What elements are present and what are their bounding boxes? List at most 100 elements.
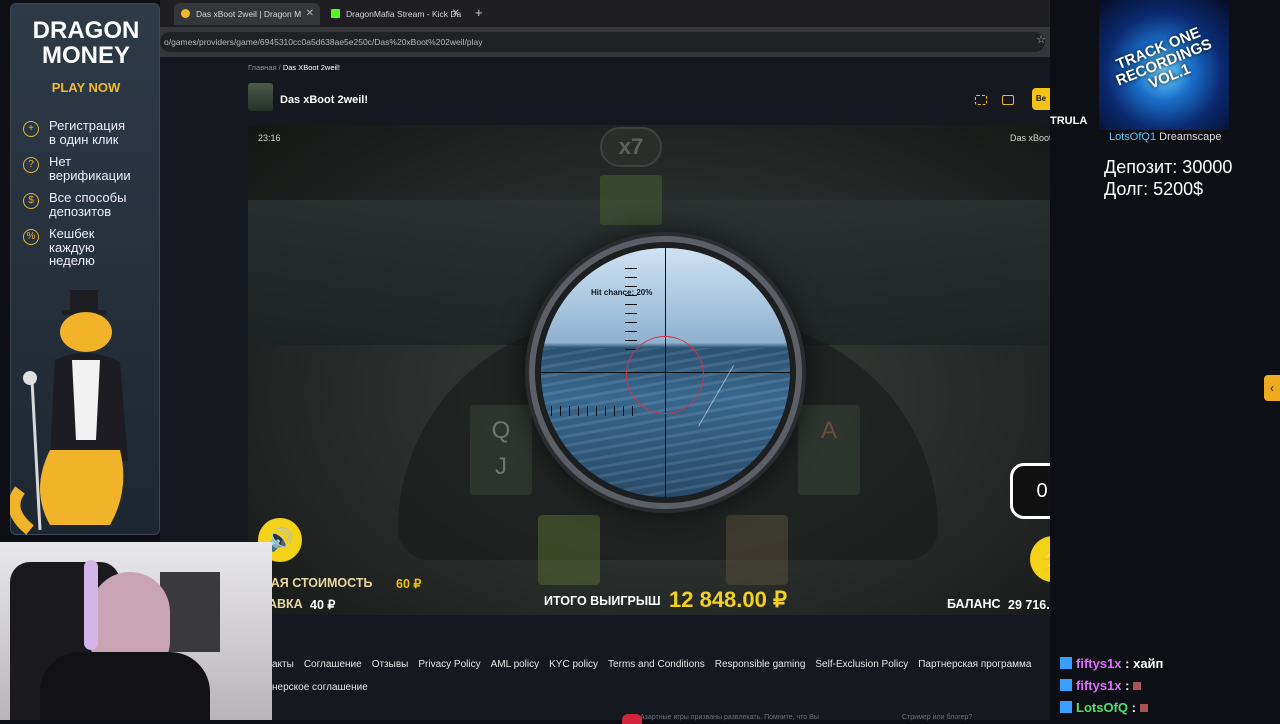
song-title: Dreamscape [1159,131,1222,143]
footer-link[interactable]: AML policy [491,659,540,670]
now-playing: LotsOfQ1 Dreamscape [1109,131,1222,143]
reel-cell [538,515,600,585]
reel-symbol: Q [491,417,511,444]
debt-stat: Долг: 5200$ [1104,179,1204,199]
fullscreen-icon[interactable] [975,95,987,105]
footer-link[interactable]: Self-Exclusion Policy [815,659,908,670]
age-badge-icon [622,714,642,724]
reel-cell: A [798,405,860,495]
total-win-label: ИТОГО ВЫИГРЫШ [544,594,661,608]
new-tab-button[interactable]: + [475,5,483,20]
ad-feature: ? Нет верификации [23,154,159,189]
scope-view: Hit chance: 20% [541,248,790,497]
plus-icon: + [23,121,39,137]
url-field[interactable]: o/games/providers/game/6945310cc0a5d638a… [160,32,1045,52]
song-artist: LotsOfQ1 [1109,131,1157,143]
footer-link[interactable]: KYC policy [549,659,598,670]
bet-label: АВКА [268,597,303,611]
chat-username[interactable]: LotsOfQ [1076,700,1128,715]
balance-label: БАЛАНС [947,597,1001,611]
footer-link[interactable]: Отзывы [372,659,409,670]
browser-tab-active[interactable]: Das xBoot 2weil | Dragon M ✕ [174,3,320,25]
breadcrumb-current: Das XBoot 2weil! [282,63,340,72]
album-cover: TRACK ONE RECORDINGS VOL.1 [1099,0,1229,130]
dollar-icon: $ [23,193,39,209]
ad-feature-text: Регистрация в один клик [49,118,125,147]
header-yellow-button[interactable]: Ве [1032,88,1050,110]
emote-icon [1139,704,1148,712]
question-icon: ? [23,157,39,173]
headphones [84,560,98,650]
browser-tab-kick[interactable]: DragonMafia Stream - Kick Da ✕ [324,3,466,25]
chat-username[interactable]: fiftys1x [1076,678,1122,693]
theater-mode-icon[interactable] [1002,95,1014,105]
ad-brand: DRAGON MONEY [11,17,159,69]
reel-symbol: A [820,417,837,444]
game-name-label: Das xBoot [1010,133,1052,143]
ad-brand-text: DRAGON MONEY [32,17,140,69]
browser-tab-bar: Das xBoot 2weil | Dragon M ✕ DragonMafia… [160,0,1050,27]
ad-cta[interactable]: PLAY NOW [11,80,159,95]
bearing-ticks [551,406,641,416]
reel-cell: QJ [470,405,532,495]
kick-favicon-icon [331,9,340,18]
footer-link[interactable]: Terms and Conditions [608,659,705,670]
chat-badge-icon [1060,679,1072,691]
close-tab-icon[interactable]: ✕ [306,3,314,25]
breadcrumb: Главная / Das XBoot 2weil! [248,63,340,72]
ad-feature-text: Кешбек каждую неделю [49,226,95,268]
chat-badge-icon [1060,657,1072,669]
chat-text: хайп [1133,656,1164,671]
dragon-favicon-icon [181,9,190,18]
ad-feature-text: Нет верификации [49,154,131,183]
footer-link[interactable]: Соглашение [304,659,362,670]
chat-message: fiftys1x : хайп [1060,656,1163,671]
percent-icon: % [23,229,39,245]
ad-feature: + Регистрация в один клик [23,118,159,153]
bookmark-star-icon[interactable]: ☆ [1036,33,1046,46]
range-ticks [625,268,637,358]
reel-cell [726,515,788,585]
game-thumbnail [248,83,273,111]
ad-feature: % Кешбек каждую неделю [23,226,159,275]
footer-links: акты Соглашение Отзывы Privacy Policy AML po… [272,654,1052,672]
target-reticle [626,336,704,414]
reel-symbol: J [495,453,507,480]
footer-link[interactable]: нерское соглашение [272,682,368,693]
game-timer: 23:16 [258,133,281,143]
total-cost-value: 60 ₽ [396,577,422,591]
breadcrumb-home[interactable]: Главная [248,63,277,72]
dragon-mascot-image [10,290,128,535]
webcam-body [40,652,210,720]
chat-message: fiftys1x : [1060,678,1142,693]
streamer-webcam [0,542,272,720]
ad-feature-text: Все способы депозитов [49,190,127,219]
game-title: Das xBoot 2weil! [280,94,369,106]
chat-message: LotsOfQ : [1060,700,1148,715]
browser-address-bar: o/games/providers/game/6945310cc0a5d638a… [160,27,1050,57]
chat-badge-icon [1060,701,1072,713]
emote-icon [1133,682,1142,690]
periscope-scope[interactable]: Hit chance: 20% [529,236,802,509]
multiplier-reel-cell [600,175,662,225]
multiplier-badge: x7 [600,127,662,167]
total-cost-label: ЩАЯ СТОИМОСТЬ [258,576,373,590]
trula-label: TRULA [1050,115,1088,127]
total-win-value: 12 848.00 ₽ [669,587,787,612]
footer-link[interactable]: Privacy Policy [418,659,480,670]
footer-link[interactable]: акты [272,659,294,670]
deposit-stat: Депозит: 30000 [1104,157,1233,177]
tab-title: Das xBoot 2weil | Dragon M [196,9,302,19]
game-canvas[interactable]: QJ A x7 23:16 Das xBoot Hit chance: 20% … [248,125,1085,615]
collapse-panel-tab[interactable]: ‹ [1264,375,1280,401]
close-tab-icon[interactable]: ✕ [452,3,460,25]
ad-feature: $ Все способы депозитов [23,190,159,225]
footer-links-row-2: нерское соглашение [272,677,378,695]
album-text: TRACK ONE RECORDINGS VOL.1 [1113,24,1215,93]
chat-username[interactable]: fiftys1x [1076,656,1122,671]
bet-value: 40 ₽ [310,598,336,612]
tab-title: DragonMafia Stream - Kick Da [346,9,462,19]
footer-link[interactable]: Партнерская программа [918,659,1031,670]
footer-link[interactable]: Responsible gaming [715,659,806,670]
hit-chance-label: Hit chance: 20% [591,288,653,297]
